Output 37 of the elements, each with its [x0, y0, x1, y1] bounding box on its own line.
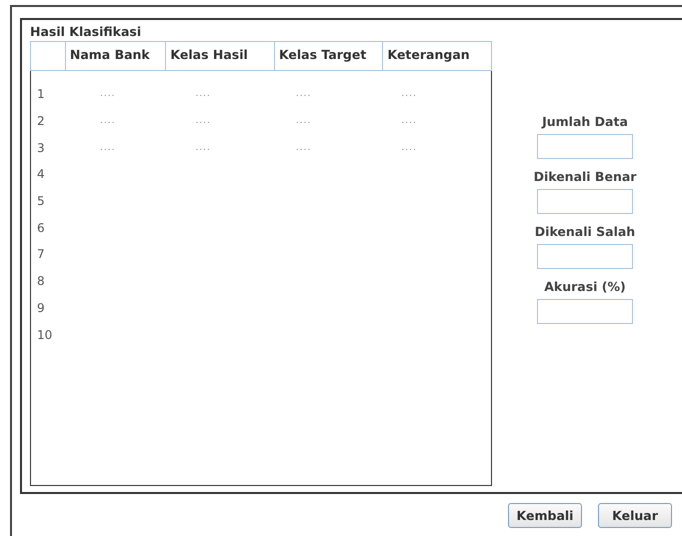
panel-title: Hasil Klasifikasi	[30, 23, 142, 41]
table-cell: ....	[401, 142, 417, 153]
action-button[interactable]: Keluar	[598, 503, 672, 528]
input-field[interactable]	[537, 134, 633, 159]
line-number: 5	[36, 194, 46, 208]
line-number: 6	[36, 220, 46, 235]
table-cell: ....	[100, 89, 116, 100]
table-cell: ....	[195, 116, 211, 126]
field-label: Dikenali Benar	[534, 169, 636, 185]
action-button[interactable]: Kembali	[508, 503, 582, 528]
line-number: 9	[36, 300, 46, 315]
field-label: Jumlah Data	[542, 114, 628, 130]
table-cell: ....	[195, 142, 211, 153]
column-header: Nama Bank	[64, 42, 166, 70]
line-number: 8	[36, 274, 46, 288]
table-cell: ....	[100, 116, 116, 126]
input-field[interactable]	[537, 244, 633, 269]
column-header: Kelas Target	[274, 42, 382, 70]
line-number: 2	[36, 114, 46, 128]
table-cell: ....	[296, 89, 312, 100]
line-number: 7	[36, 247, 46, 262]
table-cell: ....	[100, 142, 116, 153]
table-cell: ....	[195, 89, 211, 100]
field-label: Dikenali Salah	[534, 224, 636, 240]
column-header: Keterangan	[382, 42, 492, 70]
column-header: Kelas Hasil	[165, 42, 274, 70]
table-cell: ....	[296, 116, 312, 126]
line-number: 1	[36, 87, 46, 102]
table-cell: ....	[401, 89, 417, 100]
line-number: 10	[36, 328, 54, 342]
field-label: Akurasi (%)	[544, 279, 626, 295]
line-number: 3	[36, 140, 46, 155]
table-cell: ....	[401, 116, 417, 126]
input-field[interactable]	[537, 299, 633, 324]
input-field[interactable]	[537, 189, 633, 214]
table-cell: ....	[296, 142, 312, 153]
line-number: 4	[36, 167, 46, 182]
